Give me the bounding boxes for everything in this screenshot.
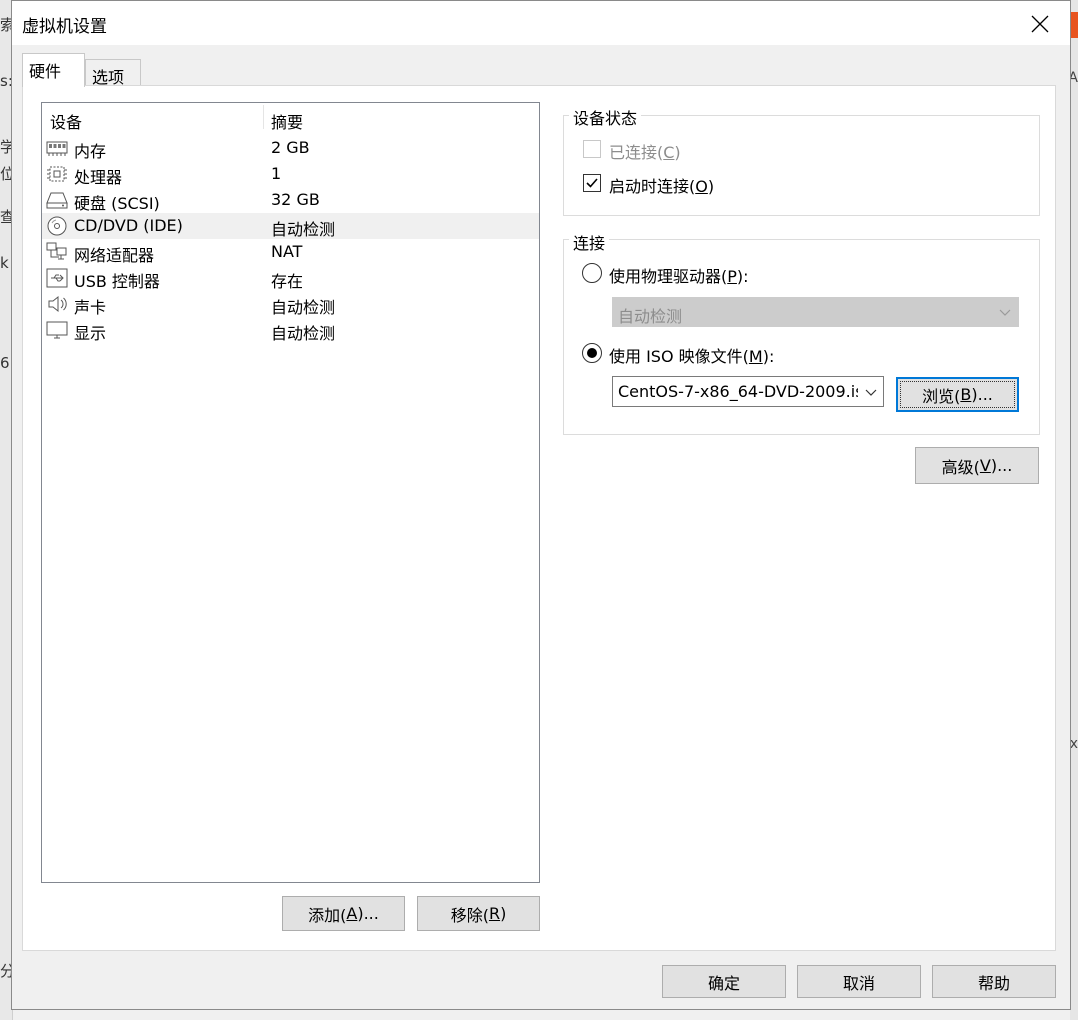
device-name: 处理器 [74, 168, 123, 187]
column-separator[interactable] [263, 105, 264, 129]
device-row-harddisk[interactable]: 硬盘 (SCSI) 32 GB [42, 187, 539, 213]
device-summary: 32 GB [271, 190, 320, 209]
list-header: 设备 摘要 [42, 103, 539, 133]
device-row-processor[interactable]: 处理器 1 [42, 161, 539, 187]
browse-button[interactable]: 浏览(B)... [896, 377, 1019, 412]
tab-label: 硬件 [29, 62, 62, 81]
use-iso-image-radio[interactable] [582, 343, 602, 363]
connected-label: 已连接(C) [609, 143, 681, 162]
button-label: 取消 [842, 973, 875, 993]
physical-drive-select[interactable]: 自动检测 [612, 297, 1019, 327]
button-label: )... [357, 904, 379, 923]
device-name: CD/DVD (IDE) [74, 216, 183, 235]
background-text: k [0, 254, 9, 272]
group-title-connection: 连接 [569, 230, 610, 254]
device-list[interactable]: 设备 摘要 内存 2 GB 处理器 1 硬盘 (SCSI) 32 GB CD/D… [41, 102, 540, 883]
background-accent [1070, 12, 1078, 38]
device-row-usb-controller[interactable]: USB 控制器 存在 [42, 265, 539, 291]
button-label: )... [990, 456, 1013, 475]
connect-at-power-on-checkbox[interactable] [583, 174, 601, 192]
button-label: ) [500, 904, 507, 923]
add-button[interactable]: 添加(A)... [282, 896, 405, 931]
dialog-title: 虚拟机设置 [22, 17, 107, 37]
button-label: 高级( [941, 457, 980, 477]
device-name: 网络适配器 [74, 246, 155, 265]
device-row-memory[interactable]: 内存 2 GB [42, 135, 539, 161]
checkmark-icon [586, 178, 598, 188]
device-name: 显示 [74, 324, 107, 343]
device-row-sound-card[interactable]: 声卡 自动检测 [42, 291, 539, 317]
button-label: 移除( [450, 905, 489, 925]
processor-icon [47, 166, 67, 182]
column-header-summary[interactable]: 摘要 [271, 109, 303, 133]
chevron-down-icon [999, 309, 1011, 316]
device-summary: 自动检测 [271, 220, 336, 239]
cancel-button[interactable]: 取消 [797, 965, 921, 998]
group-title-device-status: 设备状态 [569, 105, 642, 129]
device-name: 声卡 [74, 298, 107, 317]
button-label: )... [971, 385, 993, 404]
device-name: 内存 [74, 142, 107, 161]
button-label: 确定 [707, 973, 740, 993]
usb-icon [46, 268, 68, 288]
iso-path-combobox[interactable]: CentOS-7-x86_64-DVD-2009.iso [612, 376, 884, 407]
iso-path-value: CentOS-7-x86_64-DVD-2009.iso [618, 382, 858, 401]
cd-dvd-icon [47, 216, 67, 236]
accelerator-key: V [979, 456, 991, 475]
accelerator-key: R [488, 904, 501, 923]
device-summary: 2 GB [271, 138, 310, 157]
device-summary: 存在 [271, 272, 304, 291]
sound-icon [48, 295, 67, 313]
vm-settings-dialog: 虚拟机设置 硬件 选项 设备 摘要 内存 2 GB 处理器 1 硬盘 (SCSI… [11, 0, 1071, 1010]
device-status-group [563, 115, 1040, 216]
remove-button[interactable]: 移除(R) [417, 896, 540, 931]
device-name: 硬盘 (SCSI) [74, 194, 160, 213]
accelerator-key: B [960, 385, 972, 404]
device-row-cd-dvd[interactable]: CD/DVD (IDE) 自动检测 [42, 213, 539, 239]
button-label: 帮助 [977, 973, 1010, 993]
close-icon [1031, 15, 1049, 33]
advanced-button[interactable]: 高级(V)... [915, 447, 1039, 484]
title-bar: 虚拟机设置 [12, 1, 1070, 45]
device-summary: 自动检测 [271, 324, 336, 343]
device-row-network-adapter[interactable]: 网络适配器 NAT [42, 239, 539, 265]
use-physical-drive-label: 使用物理驱动器(P): [609, 267, 749, 286]
device-summary: 1 [271, 164, 282, 183]
background-text: 6 [0, 354, 10, 372]
accelerator-key: A [346, 904, 358, 923]
close-button[interactable] [1018, 7, 1062, 41]
use-physical-drive-radio[interactable] [582, 263, 602, 283]
ok-button[interactable]: 确定 [662, 965, 786, 998]
connect-at-power-on-label: 启动时连接(O) [609, 177, 715, 196]
chevron-down-icon[interactable] [864, 385, 878, 399]
connected-checkbox[interactable] [583, 140, 601, 158]
button-label: 浏览( [922, 386, 961, 406]
help-button[interactable]: 帮助 [932, 965, 1056, 998]
device-name: USB 控制器 [74, 272, 160, 291]
background-window-right-edge [1070, 0, 1078, 1020]
network-adapter-icon [46, 242, 67, 260]
use-iso-image-label: 使用 ISO 映像文件(M): [609, 347, 775, 366]
memory-icon [46, 141, 68, 156]
tab-hardware[interactable]: 硬件 [22, 53, 85, 87]
display-icon [46, 321, 68, 339]
device-summary: NAT [271, 242, 303, 261]
physical-drive-value: 自动检测 [618, 307, 683, 326]
button-label: 添加( [308, 905, 347, 925]
device-row-display[interactable]: 显示 自动检测 [42, 317, 539, 343]
harddisk-icon [46, 192, 68, 209]
column-header-device[interactable]: 设备 [50, 109, 82, 133]
device-summary: 自动检测 [271, 298, 336, 317]
